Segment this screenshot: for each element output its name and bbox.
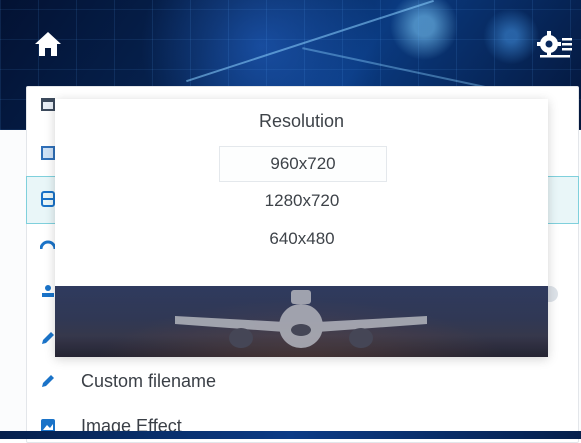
airplane-image xyxy=(55,286,548,357)
settings-menu-icon[interactable] xyxy=(537,30,573,58)
calendar-icon xyxy=(41,98,55,111)
resolution-option-960x720[interactable]: 960x720 xyxy=(219,146,387,182)
speed-icon xyxy=(40,240,56,250)
person-icon xyxy=(42,285,54,297)
resolution-option-1280x720[interactable]: 1280x720 xyxy=(219,184,385,218)
storage-icon xyxy=(41,191,55,207)
resolution-dialog: Resolution 960x720 1280x720 640x480 xyxy=(55,99,548,357)
pencil-icon xyxy=(42,332,54,344)
home-icon[interactable] xyxy=(33,30,63,58)
resolution-option-640x480[interactable]: 640x480 xyxy=(219,222,385,256)
airplane-preview-image xyxy=(55,286,548,357)
menu-item-label: Custom filename xyxy=(81,370,217,391)
pencil-icon xyxy=(42,375,54,387)
photo-frame-icon xyxy=(41,146,55,160)
menu-item-custom-filename[interactable]: Custom filename xyxy=(40,366,216,396)
footer-background xyxy=(0,431,581,439)
dialog-title: Resolution xyxy=(258,111,345,131)
